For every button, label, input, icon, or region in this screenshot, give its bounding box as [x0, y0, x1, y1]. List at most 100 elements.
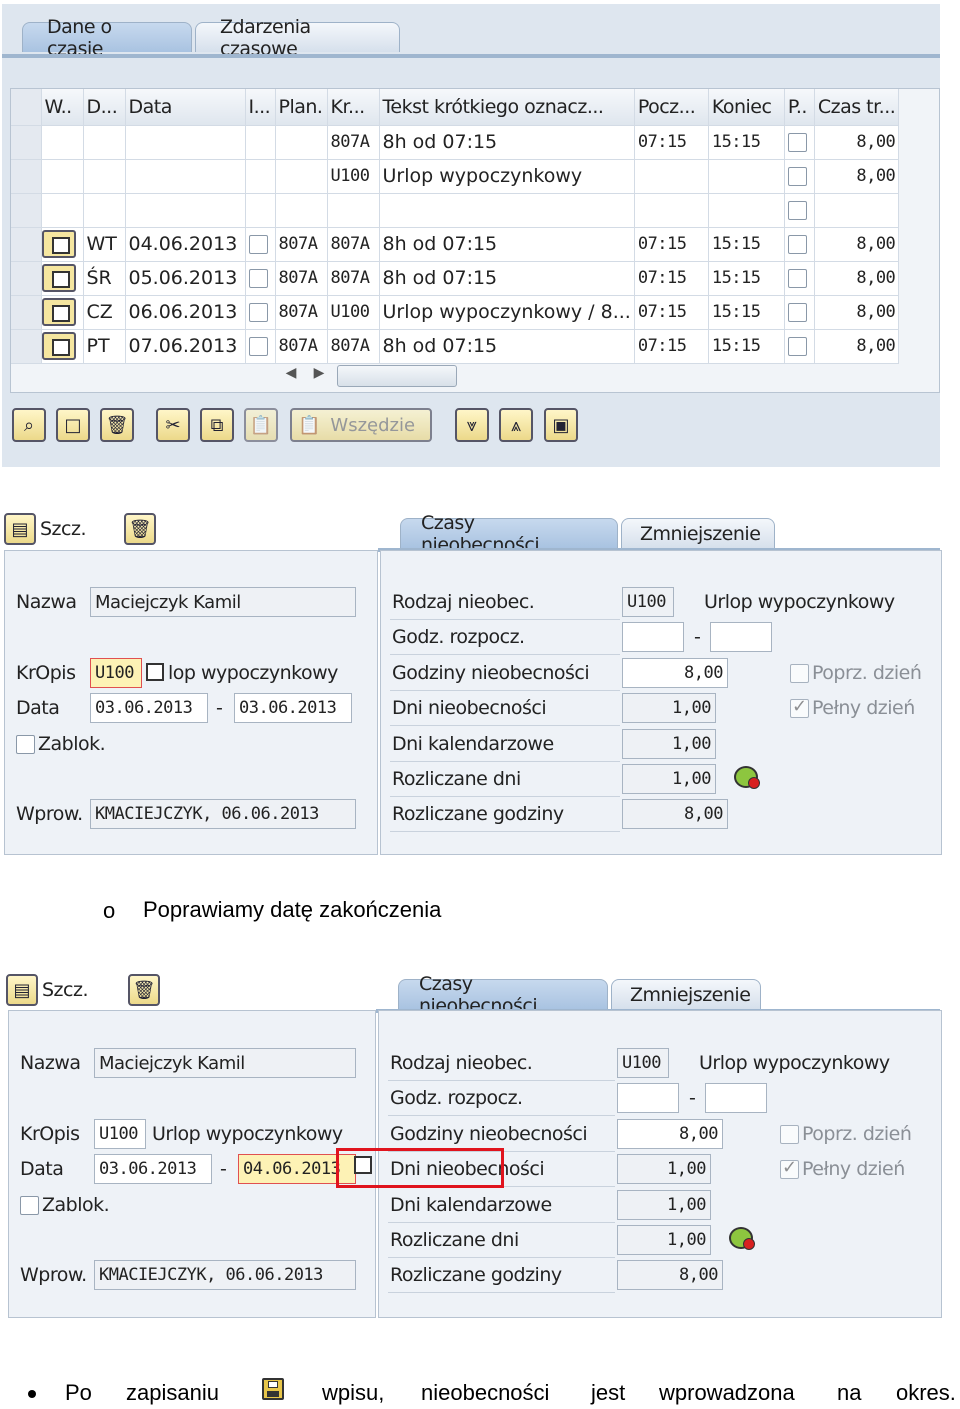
table-row[interactable] [11, 193, 900, 228]
cell-date: 06.06.2013 [125, 295, 246, 330]
col-header-p[interactable]: P.. [784, 89, 815, 126]
delete-button[interactable]: 🗑 [124, 513, 156, 545]
col-header-date[interactable]: Data [125, 89, 246, 126]
table-row[interactable]: PT 07.06.2013 807A 807A 8h od 07:15 07:15 15:1… [11, 329, 900, 364]
paste-button[interactable]: 📋 [244, 408, 278, 442]
cell-date [125, 125, 246, 160]
scroll-left-arrow[interactable]: ◀ [281, 365, 301, 387]
row-p-checkbox[interactable] [787, 303, 807, 322]
row-i-checkbox[interactable] [248, 269, 268, 288]
cell-i [245, 261, 276, 296]
col-header-end[interactable]: Koniec [708, 89, 785, 126]
row-selector[interactable] [11, 227, 42, 262]
row-i-checkbox[interactable] [248, 235, 268, 254]
absence-code-field[interactable]: U100 [94, 1119, 146, 1149]
row-selector[interactable] [11, 329, 42, 364]
col-header-start[interactable]: Pocz... [634, 89, 709, 126]
kropis-label: KrOpis [16, 662, 76, 684]
new-row-button[interactable]: □ [56, 408, 90, 442]
row-selector[interactable] [11, 295, 42, 330]
row-detail-icon[interactable] [41, 298, 76, 326]
absence-hours-field[interactable]: 8,00 [622, 658, 728, 688]
paste-everywhere-button[interactable]: 📋 Wszędzie [290, 408, 432, 442]
date-label: Data [16, 697, 60, 719]
cell-i [245, 295, 276, 330]
date-from-field[interactable]: 03.06.2013 [94, 1154, 212, 1184]
row-selector[interactable] [11, 193, 42, 228]
start-hour-from-field[interactable] [617, 1083, 679, 1113]
tab-absence-times[interactable]: Czasy nieobecności [398, 973, 608, 1017]
cell-i [245, 227, 276, 262]
horizontal-scrollbar[interactable] [337, 365, 457, 387]
tab-reduction[interactable]: Zmniejszenie [611, 979, 761, 1009]
value-help-icon[interactable] [354, 1156, 372, 1174]
details-toggle-button[interactable]: ▤ [6, 974, 38, 1006]
row-p-checkbox[interactable] [787, 269, 807, 288]
col-header-plan[interactable]: Plan. [275, 89, 328, 126]
details-button[interactable]: ⌕ [12, 408, 46, 442]
detail-view-icon: ▤ [11, 518, 29, 540]
tab-reduction[interactable]: Zmniejszenie [621, 518, 775, 548]
row-p-checkbox[interactable] [787, 235, 807, 254]
cell-day-type [83, 159, 126, 194]
scroll-down-button[interactable]: ⩔ [455, 408, 489, 442]
value-help-icon[interactable] [146, 663, 164, 681]
cell-text: Urlop wypoczynkowy [379, 159, 635, 194]
table-row[interactable]: CZ 06.06.2013 807A U100 Urlop wypoczynkowy /… [11, 295, 900, 330]
delete-row-button[interactable]: 🗑 [100, 408, 134, 442]
row-detail-icon[interactable] [41, 332, 76, 360]
date-from-field[interactable]: 03.06.2013 [90, 693, 208, 723]
start-hour-to-field[interactable] [710, 622, 772, 652]
calendar-days-label: Dni kalendarzowe [392, 733, 554, 755]
col-header-w[interactable]: W.. [41, 89, 84, 126]
row-p-checkbox[interactable] [787, 133, 807, 152]
copy-button[interactable]: ⧉ [200, 408, 234, 442]
cell-end: 15:15 [708, 261, 785, 296]
row-selector[interactable] [11, 261, 42, 296]
row-selector[interactable] [11, 125, 42, 160]
absence-hours-field[interactable]: 8,00 [617, 1119, 723, 1149]
row-selector[interactable] [11, 159, 42, 194]
quota-status-icon[interactable] [729, 1227, 755, 1250]
date-to-field[interactable]: 03.06.2013 [234, 693, 352, 723]
tab-absence-times[interactable]: Czasy nieobecności [400, 512, 618, 556]
row-i-checkbox[interactable] [248, 337, 268, 356]
table-row[interactable]: U100 Urlop wypoczynkowy 8,00 [11, 159, 900, 194]
prev-day-checkbox [780, 1125, 799, 1144]
full-day-label: Pełny dzień [812, 697, 915, 719]
table-row[interactable]: 807A 8h od 07:15 07:15 15:15 8,00 [11, 125, 900, 160]
cell-hours: 8,00 [814, 125, 900, 160]
table-row[interactable]: WT 04.06.2013 807A 807A 8h od 07:15 07:15 15:1… [11, 227, 900, 262]
select-all-cell[interactable] [11, 89, 42, 126]
col-header-time[interactable]: Czas tr... [814, 89, 900, 126]
quota-status-icon[interactable] [734, 766, 760, 789]
col-header-kr[interactable]: Kr... [327, 89, 380, 126]
absence-code-field[interactable]: U100 [90, 658, 142, 688]
details-toggle-button[interactable]: ▤ [4, 513, 36, 545]
row-p-checkbox[interactable] [787, 337, 807, 356]
delete-button[interactable]: 🗑 [128, 974, 160, 1006]
tab-time-data[interactable]: Dane o czasie [22, 16, 192, 60]
lock-checkbox[interactable] [20, 1196, 39, 1215]
start-hour-from-field[interactable] [622, 622, 684, 652]
start-hour-to-field[interactable] [705, 1083, 767, 1113]
select-row-button[interactable]: ▣ [544, 408, 578, 442]
col-header-i[interactable]: I... [245, 89, 276, 126]
calendar-days-field: 1,00 [622, 729, 716, 759]
cut-button[interactable]: ✂ [156, 408, 190, 442]
lock-checkbox[interactable] [16, 735, 35, 754]
scroll-up-button[interactable]: ⩓ [499, 408, 533, 442]
row-p-checkbox[interactable] [787, 167, 807, 186]
row-detail-icon[interactable] [41, 230, 76, 258]
scroll-right-arrow[interactable]: ▶ [309, 365, 329, 387]
cell-plan: 807A [275, 295, 328, 330]
tab-time-events[interactable]: Zdarzenia czasowe [195, 16, 400, 60]
row-i-checkbox[interactable] [248, 303, 268, 322]
col-header-text[interactable]: Tekst krótkiego oznacz... [379, 89, 635, 126]
col-header-d[interactable]: D... [83, 89, 126, 126]
row-detail-icon[interactable] [41, 264, 76, 292]
row-p-checkbox[interactable] [787, 201, 807, 220]
table-row[interactable]: ŚR 05.06.2013 807A 807A 8h od 07:15 07:15 15:1… [11, 261, 900, 296]
tab-underline [2, 54, 940, 58]
cell-plan: 807A [275, 227, 328, 262]
